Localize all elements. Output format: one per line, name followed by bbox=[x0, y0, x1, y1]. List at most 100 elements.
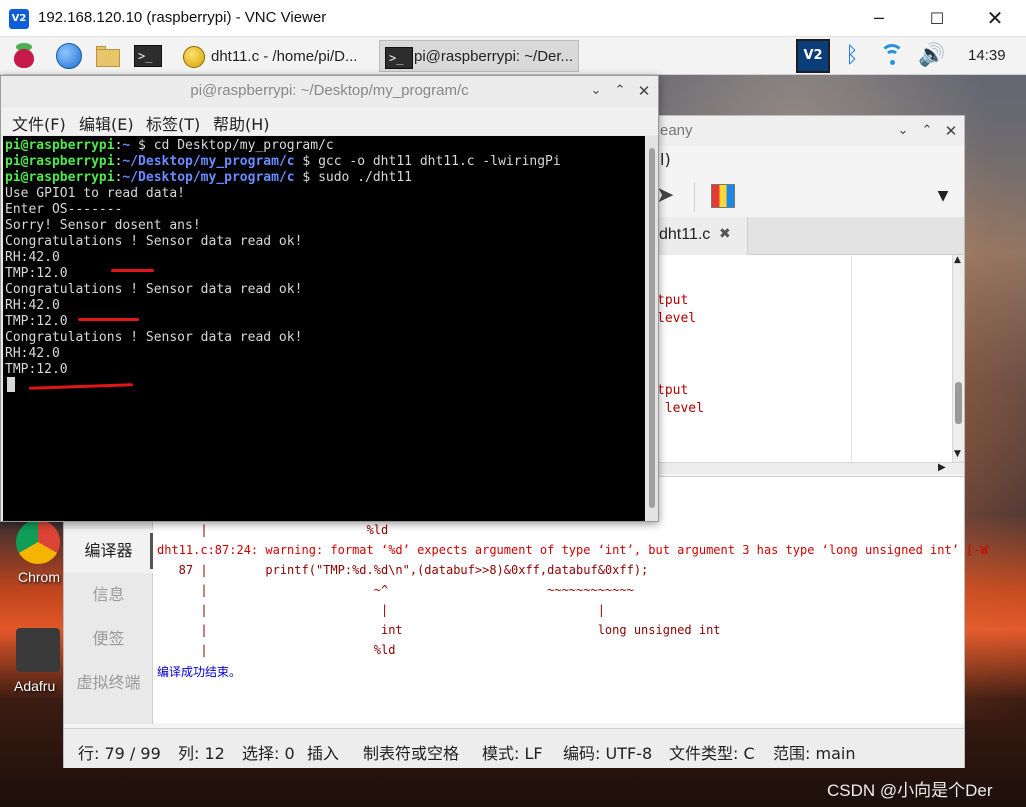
terminal-output-line: TMP:12.0 bbox=[5, 362, 68, 377]
terminal-prompt-line: pi@raspberrypi:~/Desktop/my_program/c $ … bbox=[5, 154, 561, 170]
terminal-output-line: RH:42.0 bbox=[5, 298, 60, 313]
tab-compiler[interactable]: 编译器 bbox=[64, 529, 153, 573]
tab-status[interactable]: 信息 bbox=[64, 573, 153, 617]
prompt-command: $ cd Desktop/my_program/c bbox=[130, 138, 334, 153]
prompt-command: $ gcc -o dht11 dht11.c -lwiringPi bbox=[294, 154, 561, 169]
terminal-prompt-line: pi@raspberrypi:~/Desktop/my_program/c $ … bbox=[5, 170, 412, 186]
terminal-vertical-scrollbar[interactable] bbox=[646, 136, 658, 521]
compiler-message-line[interactable]: | | | bbox=[157, 603, 605, 617]
scroll-down-icon[interactable]: ▼ bbox=[954, 449, 961, 459]
vnc-maximize-button[interactable]: ☐ bbox=[908, 0, 966, 37]
raspberry-pi-taskbar: >_ dht11.c - /home/pi/D... >_ pi@raspber… bbox=[0, 37, 1026, 75]
terminal-minimize-button[interactable]: ⌄ bbox=[585, 80, 607, 102]
status-encoding: 编码: UTF-8 bbox=[563, 744, 653, 763]
compiler-message-line[interactable]: 编译成功结束。 bbox=[157, 663, 241, 680]
status-indent-mode: 制表符或空格 bbox=[363, 744, 460, 763]
geany-close-button[interactable]: ✕ bbox=[940, 120, 962, 142]
compiler-message-line[interactable]: dht11.c:87:24: warning: format ‘%d’ expe… bbox=[157, 543, 988, 557]
annotation-underline bbox=[111, 269, 154, 272]
taskbar-item-label: dht11.c - /home/pi/D... bbox=[211, 48, 358, 65]
file-manager-icon[interactable] bbox=[94, 42, 122, 70]
volume-icon[interactable]: 🔊 bbox=[918, 42, 948, 70]
terminal-window: pi@raspberrypi: ~/Desktop/my_program/c ⌄… bbox=[0, 75, 659, 522]
terminal-window-title: pi@raspberrypi: ~/Desktop/my_program/c bbox=[190, 82, 469, 99]
compiler-message-line[interactable]: | ~^ ~~~~~~~~~~~~ bbox=[157, 583, 633, 597]
terminal-output-line: Congratulations ! Sensor data read ok! bbox=[5, 282, 303, 297]
terminal-maximize-button[interactable]: ⌃ bbox=[609, 80, 631, 102]
terminal-icon: >_ bbox=[384, 44, 413, 70]
vnc-window-titlebar: V2 192.168.120.10 (raspberrypi) - VNC Vi… bbox=[0, 0, 1026, 37]
raspberry-menu-icon[interactable] bbox=[10, 42, 38, 70]
compiler-message-line[interactable]: 87 | printf("TMP:%d.%d\n",(databuf>>8)&0… bbox=[157, 563, 649, 577]
annotation-underline bbox=[28, 383, 134, 390]
status-eol: 模式: LF bbox=[482, 744, 543, 763]
tab-scribble[interactable]: 便签 bbox=[64, 617, 153, 661]
chromium-desktop-icon[interactable] bbox=[16, 520, 60, 564]
toolbar-overflow-icon[interactable]: ▼ bbox=[932, 185, 954, 207]
adafruit-desktop-icon[interactable] bbox=[16, 628, 60, 672]
compiler-message-line[interactable]: | int long unsigned int bbox=[157, 623, 720, 637]
terminal-launcher-icon[interactable]: >_ bbox=[133, 42, 162, 70]
code-text: tput bbox=[657, 383, 689, 398]
terminal-output-line: Enter OS------- bbox=[5, 202, 123, 217]
vnc-close-button[interactable]: ✕ bbox=[966, 0, 1024, 37]
status-selection: 选择: 0 bbox=[242, 744, 295, 763]
menu-edit[interactable]: 编辑(E) bbox=[79, 111, 134, 135]
status-column: 列: 12 bbox=[178, 744, 225, 763]
taskbar-item-label: pi@raspberrypi: ~/Der... bbox=[414, 48, 574, 65]
status-bar: 行: 79 / 99 列: 12 选择: 0 插入 制表符或空格 模式: LF … bbox=[64, 728, 964, 768]
menu-help[interactable]: 帮助(H) bbox=[213, 111, 270, 135]
tab-label: dht11.c bbox=[659, 226, 711, 243]
compiler-message-line[interactable]: | %ld bbox=[157, 523, 388, 537]
geany-window-title: eany bbox=[660, 122, 693, 139]
taskbar-item-geany[interactable]: dht11.c - /home/pi/D... bbox=[176, 40, 376, 72]
terminal-menubar: 文件(F) 编辑(E) 标签(T) 帮助(H) bbox=[1, 107, 658, 135]
terminal-close-button[interactable]: ✕ bbox=[633, 80, 655, 102]
adafruit-desktop-label[interactable]: Adafru bbox=[14, 678, 55, 694]
prompt-path: ~/Desktop/my_program/c bbox=[122, 170, 295, 185]
prompt-path: ~/Desktop/my_program/c bbox=[122, 154, 295, 169]
scrollbar-thumb[interactable] bbox=[955, 382, 962, 424]
terminal-output-line: RH:42.0 bbox=[5, 346, 60, 361]
wifi-icon[interactable] bbox=[878, 42, 906, 70]
geany-minimize-button[interactable]: ⌄ bbox=[892, 120, 914, 142]
prompt-user: pi@raspberrypi bbox=[5, 138, 115, 153]
status-insert-mode: 插入 bbox=[307, 744, 340, 763]
vnc-server-tray-icon[interactable]: V2 bbox=[796, 39, 830, 73]
send-icon[interactable]: ➤ bbox=[656, 183, 682, 209]
prompt-command: $ sudo ./dht11 bbox=[294, 170, 412, 185]
chromium-desktop-label[interactable]: Chrom bbox=[18, 569, 60, 585]
terminal-screen[interactable]: pi@raspberrypi:~ $ cd Desktop/my_program… bbox=[3, 136, 645, 521]
code-text: level bbox=[657, 311, 697, 326]
tab-dht11-c[interactable]: dht11.c ✖ bbox=[656, 217, 748, 255]
terminal-cursor bbox=[7, 377, 15, 392]
compiler-message-line[interactable]: | %ld bbox=[157, 643, 395, 657]
status-scope: 范围: main bbox=[773, 744, 856, 763]
web-browser-icon[interactable] bbox=[55, 42, 83, 70]
editor-vertical-scrollbar[interactable]: ▲ ▼ bbox=[952, 255, 964, 462]
status-filetype: 文件类型: C bbox=[669, 744, 755, 763]
menu-tabs[interactable]: 标签(T) bbox=[146, 111, 200, 135]
vnc-window-title: 192.168.120.10 (raspberrypi) - VNC Viewe… bbox=[38, 9, 327, 26]
scroll-right-icon[interactable]: ▶ bbox=[938, 462, 946, 473]
geany-maximize-button[interactable]: ⌃ bbox=[916, 120, 938, 142]
code-text: level bbox=[657, 401, 704, 416]
annotation-underline bbox=[78, 318, 139, 321]
geany-menu-help[interactable]: l) bbox=[660, 150, 671, 169]
editor-horizontal-scrollbar[interactable]: ▶ bbox=[658, 462, 964, 474]
tab-terminal[interactable]: 虚拟终端 bbox=[64, 661, 153, 705]
taskbar-item-terminal[interactable]: >_ pi@raspberrypi: ~/Der... bbox=[379, 40, 579, 72]
terminal-output-line: Congratulations ! Sensor data read ok! bbox=[5, 234, 303, 249]
tab-close-icon[interactable]: ✖ bbox=[719, 226, 731, 242]
scroll-up-icon[interactable]: ▲ bbox=[954, 255, 961, 265]
vnc-minimize-button[interactable]: ─ bbox=[850, 0, 908, 37]
vnc-logo-icon: V2 bbox=[9, 9, 29, 29]
taskbar-clock[interactable]: 14:39 bbox=[968, 47, 1006, 64]
scrollbar-thumb[interactable] bbox=[649, 148, 655, 508]
code-text: tput bbox=[657, 293, 689, 308]
geany-lamp-icon bbox=[181, 44, 207, 70]
terminal-output-line: Use GPIO1 to read data! bbox=[5, 186, 186, 201]
menu-file[interactable]: 文件(F) bbox=[12, 111, 66, 135]
color-chooser-icon[interactable] bbox=[711, 184, 735, 208]
bluetooth-icon[interactable]: ᛒ bbox=[842, 42, 862, 70]
